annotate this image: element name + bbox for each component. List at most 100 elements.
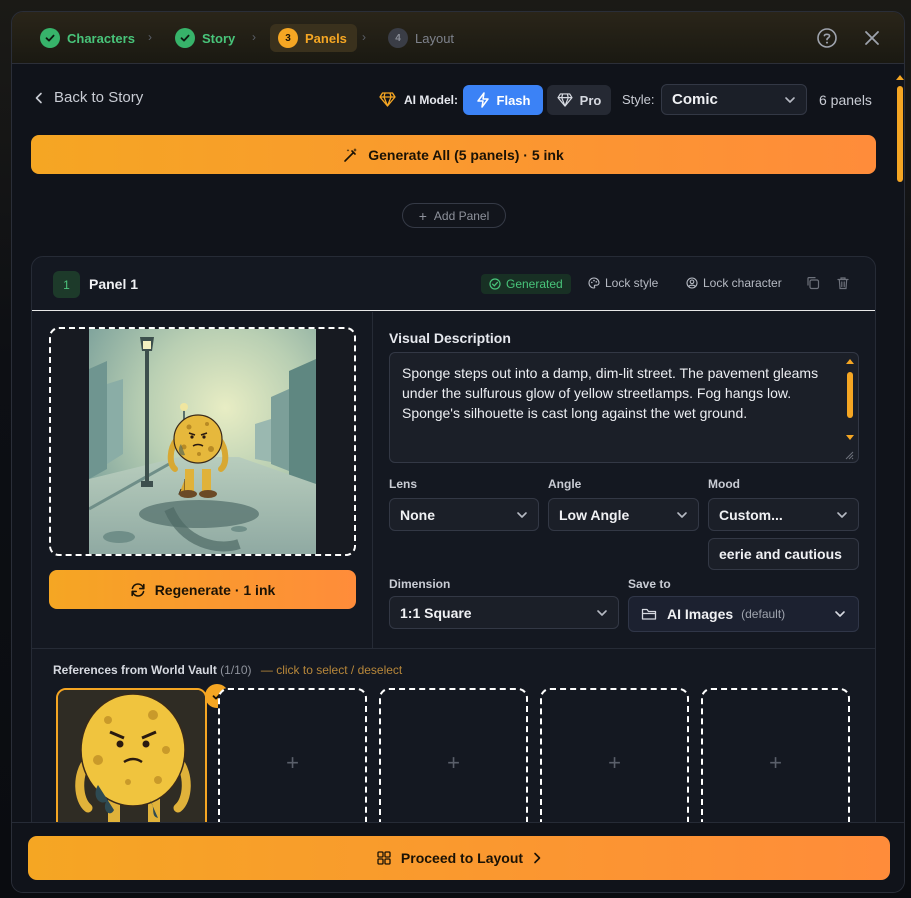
lens-label: Lens: [389, 477, 418, 491]
regenerate-button[interactable]: Regenerate · 1 ink: [49, 570, 356, 609]
panel-image-frame[interactable]: [49, 327, 356, 556]
comic-builder-modal: Characters › Story › 3 Panels › 4 Layout: [11, 11, 905, 893]
refresh-icon: [131, 582, 145, 597]
diamond-icon: [379, 92, 396, 107]
palette-icon: [588, 277, 600, 289]
user-circle-icon: [686, 277, 698, 289]
step-panels[interactable]: 3 Panels: [270, 24, 357, 52]
add-panel-label: Add Panel: [433, 208, 490, 223]
plus-icon: +: [608, 750, 621, 775]
step-number: 4: [388, 28, 408, 48]
panel-card: 1 Panel 1 Generated Lock style Lock char…: [31, 256, 876, 846]
style-label: Style:: [622, 92, 655, 107]
back-label: Back to Story: [54, 89, 144, 106]
step-layout[interactable]: 4 Layout: [388, 24, 454, 52]
check-icon: [175, 28, 195, 48]
gem-icon: [557, 93, 573, 107]
chevron-down-icon: [835, 611, 845, 617]
add-panel-button[interactable]: + Add Panel: [402, 203, 506, 228]
panel-title: Panel 1: [89, 276, 139, 292]
textarea-scrollbar-thumb[interactable]: [847, 372, 853, 418]
step-progress-bar: Characters › Story › 3 Panels › 4 Layout: [12, 12, 904, 64]
plus-icon: +: [418, 207, 427, 224]
check-icon: [40, 28, 60, 48]
step-label: Story: [202, 30, 236, 46]
references-title-text: References from World Vault: [53, 663, 217, 677]
reference-tile-selected[interactable]: [56, 688, 207, 838]
proceed-label: Proceed to Layout: [400, 850, 524, 866]
plus-icon: +: [769, 750, 782, 775]
lens-select[interactable]: None: [389, 498, 539, 531]
chevron-down-icon: [785, 96, 795, 103]
style-value: Comic: [672, 91, 718, 108]
footer-bar: Proceed to Layout: [12, 822, 904, 892]
panel-image: [89, 329, 316, 554]
textarea-scroll-up-arrow[interactable]: [846, 359, 854, 364]
save-to-value: AI Images: [667, 606, 734, 622]
reference-tile-empty[interactable]: +: [701, 688, 850, 838]
mood-label: Mood: [708, 477, 740, 491]
lock-character-toggle[interactable]: Lock character: [686, 276, 782, 290]
angle-select[interactable]: Low Angle: [548, 498, 699, 531]
style-select[interactable]: Comic: [661, 84, 807, 115]
step-number: 3: [278, 28, 298, 48]
chevron-down-icon: [517, 511, 527, 518]
step-label: Panels: [305, 30, 347, 46]
chevron-right-icon: ›: [148, 30, 152, 44]
grid-icon: [377, 851, 391, 865]
ai-model-label: AI Model:: [379, 92, 458, 107]
reference-image: [58, 690, 205, 836]
back-to-story-link[interactable]: Back to Story: [34, 89, 143, 106]
pro-model-button[interactable]: Pro: [547, 85, 611, 115]
save-to-select[interactable]: AI Images (default): [628, 596, 859, 632]
generate-all-button[interactable]: Generate All (5 panels) · 5 ink: [31, 135, 876, 174]
lens-value: None: [400, 506, 435, 523]
generate-all-label: Generate All (5 panels) · 5 ink: [368, 146, 564, 163]
reference-tile-empty[interactable]: +: [218, 688, 367, 838]
close-icon[interactable]: [861, 27, 883, 49]
chevron-down-icon: [837, 511, 847, 518]
copy-icon[interactable]: [806, 276, 820, 290]
chevron-down-icon: [597, 609, 607, 616]
dimension-value: 1:1 Square: [400, 604, 472, 621]
status-badge: Generated: [481, 274, 571, 294]
chevron-left-icon: [35, 92, 42, 103]
pro-label: Pro: [579, 92, 602, 108]
chevron-right-icon: ›: [362, 30, 366, 44]
textarea-scroll-down-arrow[interactable]: [846, 435, 854, 440]
check-circle-icon: [489, 278, 501, 290]
resize-handle-icon[interactable]: [844, 450, 854, 460]
step-story[interactable]: Story: [175, 24, 235, 52]
magic-wand-icon: [344, 147, 358, 162]
mood-select[interactable]: Custom...: [708, 498, 859, 531]
trash-icon[interactable]: [836, 276, 850, 290]
regenerate-label: Regenerate · 1 ink: [154, 581, 276, 598]
plus-icon: +: [447, 750, 460, 775]
mood-value: Custom...: [719, 506, 783, 523]
ai-model-text: AI Model:: [404, 92, 458, 107]
references-hint: — click to select / deselect: [260, 663, 403, 677]
chevron-down-icon: [677, 511, 687, 518]
reference-tile-empty[interactable]: +: [540, 688, 689, 838]
dimension-label: Dimension: [389, 577, 451, 591]
step-label: Characters: [67, 30, 135, 46]
proceed-to-layout-button[interactable]: Proceed to Layout: [28, 836, 890, 880]
flash-model-button[interactable]: Flash: [463, 85, 543, 115]
help-icon[interactable]: [816, 27, 838, 49]
chevron-right-icon: ›: [252, 30, 256, 44]
scrollbar-track[interactable]: [896, 74, 904, 832]
lightning-icon: [476, 92, 489, 108]
save-to-default-tag: (default): [741, 607, 786, 621]
reference-tile-empty[interactable]: +: [379, 688, 528, 838]
custom-mood-input[interactable]: eerie and cautious: [708, 538, 859, 570]
scroll-up-arrow[interactable]: [896, 75, 904, 80]
visual-description-textarea[interactable]: Sponge steps out into a damp, dim-lit st…: [389, 352, 859, 463]
references-count: (1/10): [220, 663, 252, 677]
flash-label: Flash: [496, 92, 531, 108]
scrollbar-thumb[interactable]: [897, 86, 903, 182]
column-divider: [372, 312, 373, 648]
dimension-select[interactable]: 1:1 Square: [389, 596, 619, 629]
plus-icon: +: [286, 750, 299, 775]
step-characters[interactable]: Characters: [40, 24, 135, 52]
lock-style-toggle[interactable]: Lock style: [588, 276, 658, 290]
